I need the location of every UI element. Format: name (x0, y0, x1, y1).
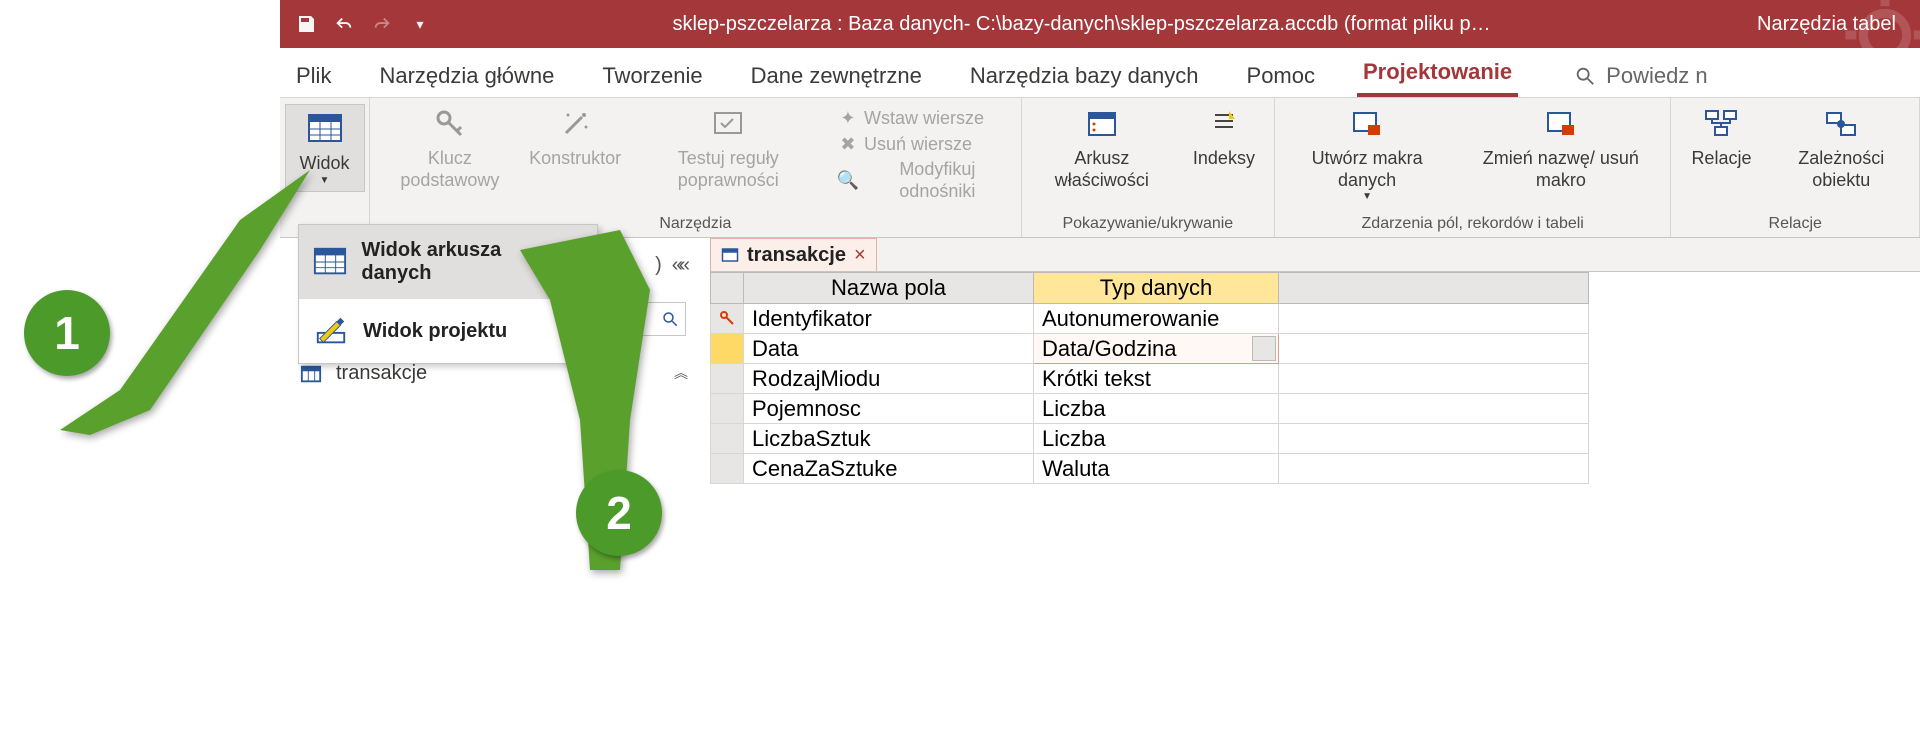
test-validation-button[interactable]: Testuj reguły poprawności (631, 104, 826, 191)
tab-create[interactable]: Tworzenie (596, 53, 708, 97)
redo-icon[interactable] (372, 14, 392, 34)
data-type-cell[interactable]: Liczba (1034, 424, 1279, 454)
data-type-cell[interactable]: Waluta (1034, 454, 1279, 484)
datasheet-view-icon (305, 109, 345, 149)
data-macro-icon (1347, 104, 1387, 144)
description-cell[interactable] (1279, 394, 1589, 424)
tell-me-search[interactable]: Powiedz n (1574, 63, 1708, 97)
tab-design[interactable]: Projektowanie (1357, 49, 1518, 97)
document-tab-bar: transakcje × (710, 238, 1920, 272)
field-name-cell[interactable]: CenaZaSztuke (744, 454, 1034, 484)
dependencies-icon (1821, 104, 1861, 144)
header-field-name[interactable]: Nazwa pola (744, 273, 1034, 304)
primary-key-button[interactable]: Klucz podstawowy (380, 104, 520, 191)
tab-help[interactable]: Pomoc (1241, 53, 1321, 97)
property-sheet-button[interactable]: Arkusz właściwości (1032, 104, 1172, 191)
description-cell[interactable] (1279, 364, 1589, 394)
chevron-down-icon[interactable]: ⌄ (1260, 342, 1270, 356)
rename-delete-macro-button[interactable]: Zmień nazwę/ usuń makro (1461, 104, 1660, 191)
modify-lookups-button[interactable]: 🔍 Modyfikuj odnośniki (838, 159, 1011, 202)
tab-file[interactable]: Plik (290, 53, 337, 97)
data-type-cell[interactable]: Liczba (1034, 394, 1279, 424)
data-type-cell[interactable]: Autonumerowanie (1034, 304, 1279, 334)
rename-macro-icon (1541, 104, 1581, 144)
relationships-icon (1701, 104, 1741, 144)
save-icon[interactable] (296, 14, 316, 34)
validate-icon (708, 104, 748, 144)
wand-icon (555, 104, 595, 144)
key-icon (430, 104, 470, 144)
field-name-cell[interactable]: Data (744, 334, 1034, 364)
tab-external-data[interactable]: Dane zewnętrzne (745, 53, 928, 97)
tab-home[interactable]: Narzędzia główne (373, 53, 560, 97)
row-selector[interactable] (711, 394, 744, 424)
group-events-label: Zdarzenia pól, rekordów i tabeli (1275, 211, 1671, 237)
row-selector[interactable] (711, 304, 744, 334)
group-relations-label: Relacje (1671, 211, 1919, 237)
insert-rows-button[interactable]: ✦ Wstaw wiersze (838, 108, 1011, 130)
annotation-step-2: 2 (576, 470, 662, 556)
indexes-button[interactable]: Indeksy (1184, 104, 1264, 170)
table-icon (721, 246, 739, 264)
row-selector[interactable] (711, 334, 744, 364)
tab-database-tools[interactable]: Narzędzia bazy danych (964, 53, 1205, 97)
field-name-cell[interactable]: Pojemnosc (744, 394, 1034, 424)
window-title: sklep-pszczelarza : Baza danych- C:\bazy… (430, 13, 1733, 36)
table-design-grid: Nazwa pola Typ danych IdentyfikatorAuton… (710, 272, 1920, 484)
ribbon: Widok ▼ Klucz podstawowy Konstruktor Tes… (280, 98, 1920, 238)
delete-rows-button[interactable]: ✖ Usuń wiersze (838, 134, 1011, 156)
row-selector[interactable] (711, 364, 744, 394)
object-dependencies-button[interactable]: Zależności obiektu (1773, 104, 1909, 191)
close-icon[interactable]: × (854, 244, 866, 267)
builder-button[interactable]: Konstruktor (532, 104, 619, 170)
insert-row-icon: ✦ (838, 109, 858, 129)
description-cell[interactable] (1279, 424, 1589, 454)
title-bar: ▾ sklep-pszczelarza : Baza danych- C:\ba… (280, 0, 1920, 48)
data-type-cell[interactable]: Data/Godzina⌄ (1034, 334, 1279, 364)
group-showhide-label: Pokazywanie/ukrywanie (1022, 211, 1274, 237)
ribbon-tab-strip: Plik Narzędzia główne Tworzenie Dane zew… (280, 48, 1920, 98)
chevron-down-icon: ▼ (1362, 191, 1372, 203)
description-cell[interactable] (1279, 334, 1589, 364)
indexes-icon (1204, 104, 1244, 144)
property-sheet-icon (1082, 104, 1122, 144)
field-name-cell[interactable]: LiczbaSztuk (744, 424, 1034, 454)
row-selector[interactable] (711, 424, 744, 454)
header-data-type[interactable]: Typ danych (1034, 273, 1279, 304)
field-name-cell[interactable]: Identyfikator (744, 304, 1034, 334)
data-type-cell[interactable]: Krótki tekst (1034, 364, 1279, 394)
create-data-macros-button[interactable]: Utwórz makra danych ▼ (1285, 104, 1449, 203)
lookup-icon: 🔍 (838, 171, 858, 191)
row-selector[interactable] (711, 454, 744, 484)
field-name-cell[interactable]: RodzajMiodu (744, 364, 1034, 394)
undo-icon[interactable] (334, 14, 354, 34)
qat-customize-icon[interactable]: ▾ (410, 14, 430, 34)
search-icon (1574, 65, 1596, 87)
delete-row-icon: ✖ (838, 134, 858, 154)
annotation-step-1: 1 (24, 290, 110, 376)
document-tab-transakcje[interactable]: transakcje × (710, 238, 877, 271)
relationships-button[interactable]: Relacje (1681, 104, 1761, 170)
description-cell[interactable] (1279, 304, 1589, 334)
description-cell[interactable] (1279, 454, 1589, 484)
